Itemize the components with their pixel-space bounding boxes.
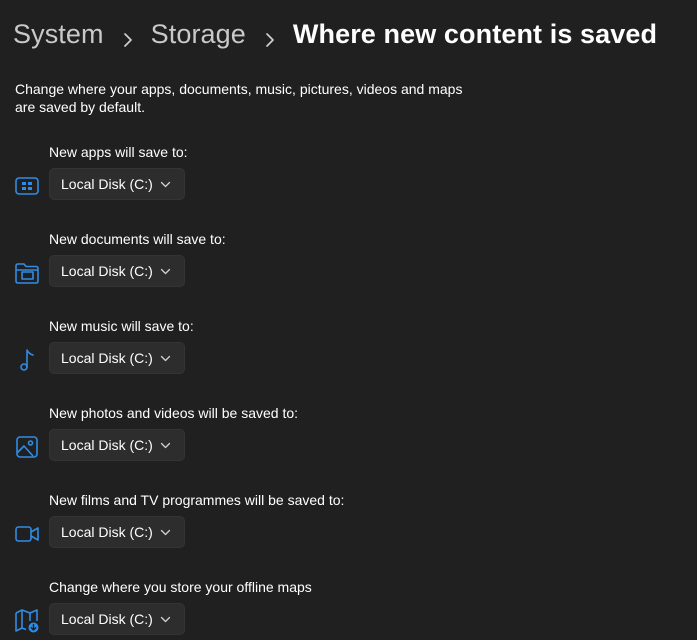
setting-row-music: New music will save to: Local Disk (C:) bbox=[0, 317, 697, 397]
chevron-down-icon bbox=[160, 614, 171, 625]
dropdown-value: Local Disk (C:) bbox=[61, 350, 153, 366]
music-location-dropdown[interactable]: Local Disk (C:) bbox=[49, 342, 185, 374]
setting-label: New photos and videos will be saved to: bbox=[49, 405, 299, 421]
documents-location-dropdown[interactable]: Local Disk (C:) bbox=[49, 255, 185, 287]
dropdown-value: Local Disk (C:) bbox=[61, 263, 153, 279]
chevron-right-icon bbox=[261, 25, 279, 47]
offline-maps-icon bbox=[14, 608, 40, 634]
music-note-icon bbox=[14, 347, 40, 373]
apps-icon bbox=[14, 173, 40, 199]
setting-label: New apps will save to: bbox=[49, 144, 188, 160]
setting-label: New music will save to: bbox=[49, 318, 194, 334]
breadcrumb-system[interactable]: System bbox=[13, 19, 104, 50]
dropdown-value: Local Disk (C:) bbox=[61, 524, 153, 540]
chevron-down-icon bbox=[160, 440, 171, 451]
setting-label: New films and TV programmes will be save… bbox=[49, 492, 345, 508]
apps-location-dropdown[interactable]: Local Disk (C:) bbox=[49, 168, 185, 200]
setting-row-documents: New documents will save to: Local Disk (… bbox=[0, 230, 697, 310]
chevron-down-icon bbox=[160, 179, 171, 190]
video-camera-icon bbox=[14, 521, 40, 547]
page-title: Where new content is saved bbox=[292, 18, 658, 49]
breadcrumb-storage[interactable]: Storage bbox=[151, 19, 246, 50]
setting-row-photos: New photos and videos will be saved to: … bbox=[0, 404, 697, 484]
maps-location-dropdown[interactable]: Local Disk (C:) bbox=[49, 603, 185, 635]
photos-location-dropdown[interactable]: Local Disk (C:) bbox=[49, 429, 185, 461]
films-location-dropdown[interactable]: Local Disk (C:) bbox=[49, 516, 185, 548]
page-description: Change where your apps, documents, music… bbox=[15, 81, 463, 115]
documents-folder-icon bbox=[14, 260, 40, 286]
setting-row-apps: New apps will save to: Local Disk (C:) bbox=[0, 143, 697, 223]
chevron-down-icon bbox=[160, 527, 171, 538]
chevron-right-icon bbox=[119, 25, 137, 47]
dropdown-value: Local Disk (C:) bbox=[61, 176, 153, 192]
dropdown-value: Local Disk (C:) bbox=[61, 437, 153, 453]
settings-page: System Storage Where new content is save… bbox=[0, 0, 697, 640]
setting-row-films: New films and TV programmes will be save… bbox=[0, 491, 697, 571]
dropdown-value: Local Disk (C:) bbox=[61, 611, 153, 627]
chevron-down-icon bbox=[160, 266, 171, 277]
photo-icon bbox=[14, 434, 40, 460]
setting-row-maps: Change where you store your offline maps… bbox=[0, 578, 697, 640]
setting-label: Change where you store your offline maps bbox=[49, 579, 312, 595]
breadcrumb: System Storage Where new content is save… bbox=[13, 14, 657, 54]
setting-label: New documents will save to: bbox=[49, 231, 226, 247]
chevron-down-icon bbox=[160, 353, 171, 364]
